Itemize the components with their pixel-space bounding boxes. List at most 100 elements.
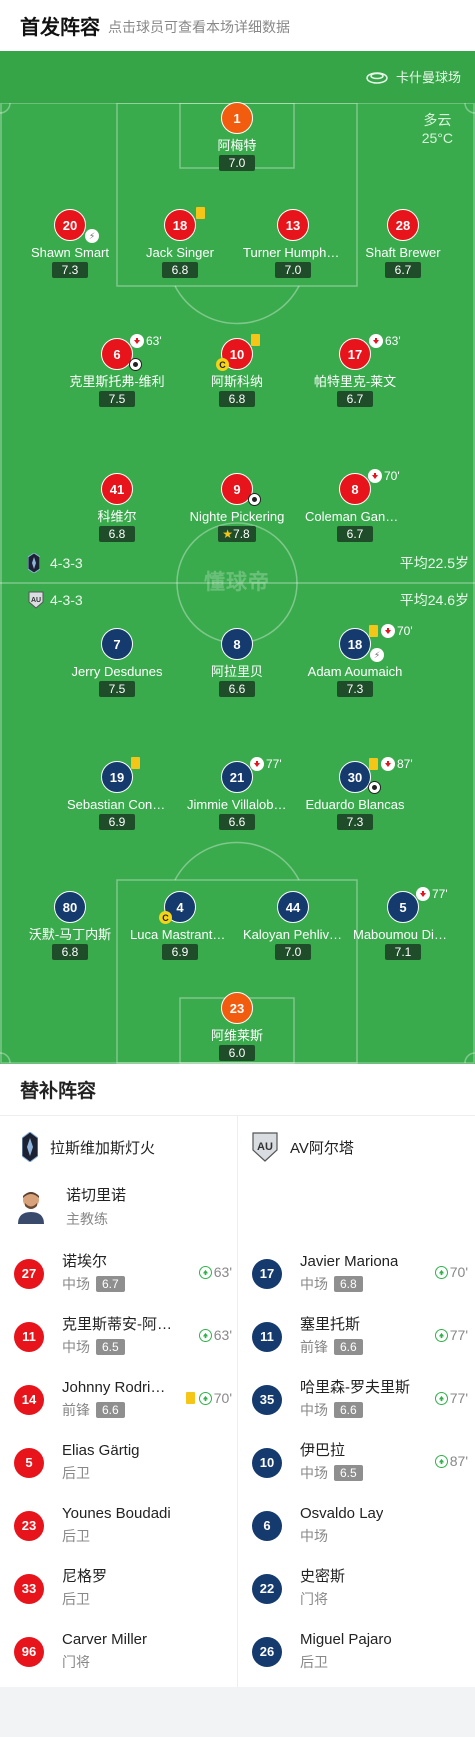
away-team-logo-icon: AU [28,591,44,609]
away-sub-row[interactable]: 11 塞里托斯 前锋 6.6 77' [252,1305,468,1368]
home-player-28[interactable]: 28 Shaft Brewer 6.7 [353,209,453,279]
player-number: 23 [221,992,253,1024]
home-coach[interactable]: 诺切里诺 主教练 [18,1184,126,1229]
lineup-header: 首发阵容 点击球员可查看本场详细数据 [0,0,475,51]
sub-minute: 77' [432,887,448,901]
player-name: Coleman Gannon [305,509,405,524]
home-player-13[interactable]: 13 Turner Humphrey 7.0 [243,209,343,279]
home-player-9[interactable]: 9 Nighte Pickering ★7.8 [187,473,287,543]
player-name: 科维尔 [97,509,137,524]
player-number: 5 [387,891,419,923]
home-player-6[interactable]: 6 克里斯托弗-维利 7.5 63' [67,334,167,408]
away-sub-row[interactable]: 10 伊巴拉 中场 6.5 87' [252,1431,468,1494]
home-sub-row[interactable]: 11 克里斯蒂安-阿科斯 中场 6.5 63' [14,1305,232,1368]
captain-icon: C [216,358,229,371]
home-player-20[interactable]: 20 Shawn Smart 7.3 ⚡ [20,209,120,279]
sub-off-icon [368,469,382,483]
player-name: 克里斯托弗-维利 [69,374,165,389]
sub-on-icon [198,1265,212,1279]
sub-name: 哈里森-罗夫里斯 [300,1379,410,1396]
away-player-44[interactable]: 44 Kaloyan Pehlivanov 7.0 [243,891,343,961]
sub-minute: 63' [213,1264,232,1280]
home-sub-row[interactable]: 14 Johnny Rodriguez 前锋 6.6 70' [14,1368,232,1431]
away-player-23[interactable]: 23 阿维莱斯 6.0 [187,992,287,1062]
sub-name: 诺埃尔 [62,1253,108,1270]
player-number: 7 [101,628,133,660]
sub-on-icon [434,1328,448,1342]
player-rating: 6.7 [385,262,421,278]
assist-icon: ⚡ [85,229,99,243]
sub-number: 22 [252,1573,282,1604]
away-player-5[interactable]: 5 Maboumou Diallo 7.1 77' [353,887,453,961]
home-sub-row[interactable]: 33 尼格罗 后卫 [14,1557,232,1620]
sub-minute: 63' [146,334,162,348]
yellow-card-icon [131,757,140,769]
sub-rating: 6.8 [334,1276,363,1292]
away-sub-row[interactable]: 22 史密斯 门将 [252,1557,468,1620]
away-player-30[interactable]: 30 Eduardo Blancas 7.3 87' [305,757,413,831]
player-rating: 6.7 [337,526,373,542]
home-player-1[interactable]: 1 阿梅特 7.0 [187,102,287,172]
away-sub-row[interactable]: 35 哈里森-罗夫里斯 中场 6.6 77' [252,1368,468,1431]
away-player-7[interactable]: 7 Jerry Desdunes 7.5 [67,628,167,698]
yellow-card-icon [251,334,260,346]
sub-name: Javier Mariona [300,1253,399,1270]
sub-name: Johnny Rodriguez [62,1379,172,1396]
sub-position: 门将 [300,1591,328,1607]
sub-number: 11 [14,1321,44,1352]
sub-on-icon [434,1454,448,1468]
sub-position: 中场 [300,1276,328,1292]
away-player-18[interactable]: 18 Adam Aoumaich 7.3 70' ⚡ [305,624,413,698]
home-player-41[interactable]: 41 科维尔 6.8 [67,473,167,543]
away-player-80[interactable]: 80 沃默-马丁内斯 6.8 [20,891,120,961]
player-number: 80 [54,891,86,923]
sub-name: Carver Miller [62,1631,148,1648]
away-player-4[interactable]: 4 Luca Mastrantonio 6.9 C [130,891,230,961]
away-avg-age: 平均24.6岁 [399,592,469,608]
player-name: 阿拉里贝 [210,664,263,679]
home-player-10[interactable]: 10 阿斯科纳 6.8 C [187,334,287,408]
sub-minute: 70' [384,469,400,483]
page-hint: 点击球员可查看本场详细数据 [108,19,290,35]
away-player-8[interactable]: 8 阿拉里贝 6.6 [187,628,287,698]
player-name: Shawn Smart [30,245,110,260]
sub-number: 11 [252,1321,282,1352]
captain-icon: C [159,911,172,924]
home-team-name[interactable]: 拉斯维加斯灯火 [22,1132,155,1162]
home-sub-row[interactable]: 5 Elias Gärtig 后卫 [14,1431,232,1494]
sub-minute: 87' [397,757,413,771]
player-rating: 7.0 [275,262,311,278]
away-team-name[interactable]: AU AV阿尔塔 [252,1132,354,1162]
home-sub-row[interactable]: 27 诺埃尔 中场 6.7 63' [14,1242,232,1305]
player-name: Adam Aoumaich [307,664,403,679]
away-sub-row[interactable]: 26 Miguel Pajaro 后卫 [252,1620,468,1683]
sub-off-icon [381,624,395,638]
sub-number: 17 [252,1258,282,1289]
player-rating: 7.5 [99,681,135,697]
home-player-8[interactable]: 8 Coleman Gannon 6.7 70' [305,469,405,543]
sub-position: 后卫 [62,1465,90,1481]
away-sub-row[interactable]: 17 Javier Mariona 中场 6.8 70' [252,1242,468,1305]
goal-icon [248,493,261,506]
player-number: 8 [221,628,253,660]
player-rating: 6.7 [337,391,373,407]
player-rating: 6.8 [162,262,198,278]
home-sub-row[interactable]: 96 Carver Miller 门将 [14,1620,232,1683]
away-team-logo-icon: AU [252,1132,278,1162]
home-sub-row[interactable]: 23 Younes Boudadi 后卫 [14,1494,232,1557]
away-player-19[interactable]: 19 Sebastian Contreras 6.9 [67,757,167,831]
sub-position: 中场 [300,1402,328,1418]
home-team-row: 4-3-3 平均22.5岁 [0,552,475,574]
home-avg-age: 平均22.5岁 [399,555,469,571]
sub-position: 后卫 [62,1528,90,1544]
player-rating: 7.0 [275,944,311,960]
home-player-18[interactable]: 18 Jack Singer 6.8 [130,207,230,279]
player-number: 17 [339,338,371,370]
home-player-17[interactable]: 17 帕特里克-莱文 6.7 63' [305,334,405,408]
player-name: Jimmie Villalobos [187,797,287,812]
coach-name: 诺切里诺 [66,1187,127,1204]
away-player-21[interactable]: 21 Jimmie Villalobos 6.6 77' [187,757,287,831]
sub-number: 23 [14,1510,44,1541]
away-sub-row[interactable]: 6 Osvaldo Lay 中场 [252,1494,468,1557]
player-name: Jerry Desdunes [71,664,163,679]
